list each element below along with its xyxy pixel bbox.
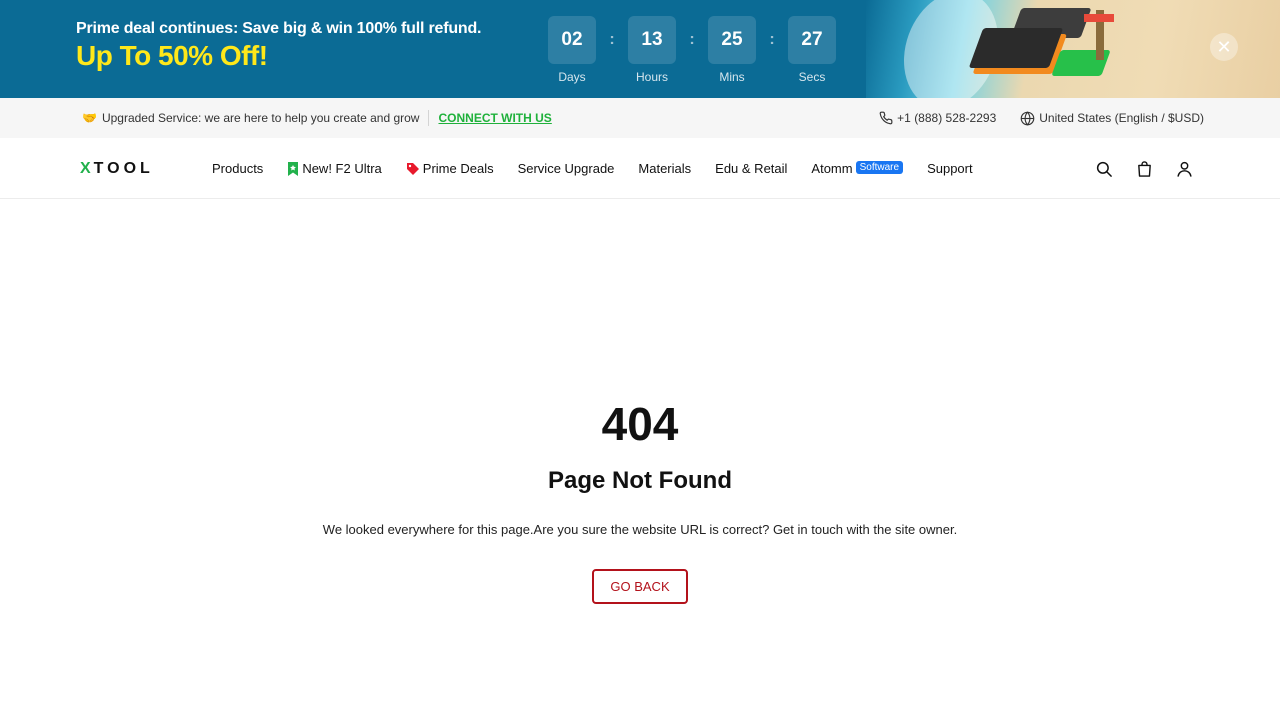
laser-machine-image bbox=[968, 28, 1064, 68]
promo-headline: Prime deal continues: Save big & win 100… bbox=[76, 20, 482, 37]
user-icon bbox=[1176, 161, 1192, 177]
logo-wordmark: TOOL bbox=[93, 160, 154, 177]
error-title: Page Not Found bbox=[548, 467, 732, 494]
countdown-days-label: Days bbox=[558, 70, 586, 84]
countdown-separator: : bbox=[609, 31, 615, 48]
countdown-separator: : bbox=[769, 31, 775, 48]
handshake-icon: 🤝 bbox=[82, 111, 97, 125]
countdown-hours-value: 13 bbox=[628, 16, 676, 64]
nav-atomm-label: Atomm bbox=[811, 161, 853, 176]
logo-x-mark: X bbox=[80, 160, 92, 177]
nav-atomm[interactable]: Atomm Software bbox=[811, 161, 904, 176]
globe-icon bbox=[1020, 110, 1035, 126]
nav-edu-retail[interactable]: Edu & Retail bbox=[715, 161, 787, 176]
region-selector[interactable]: United States (English / $USD) bbox=[1020, 110, 1204, 126]
close-banner-button[interactable]: ✕ bbox=[1210, 33, 1238, 61]
countdown-timer: 02 Days : 13 Hours : 25 Mins : 27 Secs bbox=[548, 16, 836, 84]
phone-icon bbox=[879, 111, 893, 125]
nav-prime-deals-label: Prime Deals bbox=[422, 161, 494, 176]
contact-region: +1 (888) 528-2293 United States (English… bbox=[855, 98, 1204, 138]
nav-materials-label: Materials bbox=[638, 161, 692, 176]
countdown-secs-label: Secs bbox=[798, 70, 826, 84]
nav-materials[interactable]: Materials bbox=[638, 161, 691, 176]
software-badge: Software bbox=[855, 161, 904, 174]
account-button[interactable] bbox=[1172, 157, 1196, 181]
countdown-hours-label: Hours bbox=[635, 70, 668, 84]
promo-text: Prime deal continues: Save big & win 100… bbox=[76, 20, 481, 72]
nav-service-upgrade-label: Service Upgrade bbox=[517, 161, 615, 176]
error-content: 404 Page Not Found We looked everywhere … bbox=[0, 199, 1280, 720]
search-button[interactable] bbox=[1092, 157, 1116, 181]
promo-discount: Up To 50% Off! bbox=[76, 40, 268, 71]
info-bar: 🤝 Upgraded Service: we are here to help … bbox=[0, 98, 1280, 138]
countdown-secs: 27 Secs bbox=[788, 16, 836, 84]
countdown-mins: 25 Mins bbox=[708, 16, 756, 84]
search-icon bbox=[1096, 161, 1112, 177]
nav-service-upgrade[interactable]: Service Upgrade bbox=[518, 161, 615, 176]
region-label: United States (English / $USD) bbox=[1039, 111, 1204, 125]
nav-prime-deals[interactable]: Prime Deals bbox=[406, 161, 494, 176]
promo-banner: Prime deal continues: Save big & win 100… bbox=[0, 0, 1280, 98]
nav-support-label: Support bbox=[927, 161, 973, 176]
countdown-days: 02 Days bbox=[548, 16, 596, 84]
nav-edu-retail-label: Edu & Retail bbox=[715, 161, 788, 176]
phone-link[interactable]: +1 (888) 528-2293 bbox=[879, 111, 996, 125]
connect-with-us-link[interactable]: CONNECT WITH US bbox=[438, 111, 551, 125]
bookmark-star-icon bbox=[287, 161, 299, 176]
main-nav: X TOOL Products New! F2 Ultra Prime Deal… bbox=[0, 138, 1280, 199]
nav-support[interactable]: Support bbox=[927, 161, 973, 176]
cart-button[interactable] bbox=[1132, 157, 1156, 181]
countdown-separator: : bbox=[689, 31, 695, 48]
service-text: Upgraded Service: we are here to help yo… bbox=[101, 111, 420, 125]
price-tag-icon bbox=[406, 162, 420, 176]
countdown-mins-value: 25 bbox=[708, 16, 756, 64]
countdown-days-value: 02 bbox=[548, 16, 596, 64]
nav-products-label: Products bbox=[212, 161, 264, 176]
signpost-board-image bbox=[1084, 14, 1114, 22]
go-back-button[interactable]: GO BACK bbox=[592, 569, 688, 604]
nav-icons bbox=[1076, 138, 1196, 199]
error-description: We looked everywhere for this page.Are y… bbox=[322, 522, 958, 537]
countdown-secs-value: 27 bbox=[788, 16, 836, 64]
countdown-hours: 13 Hours bbox=[628, 16, 676, 84]
nav-links: Products New! F2 Ultra Prime Deals Servi… bbox=[212, 138, 997, 199]
close-icon: ✕ bbox=[1216, 36, 1232, 57]
nav-f2-ultra-label: New! F2 Ultra bbox=[302, 161, 382, 176]
error-code: 404 bbox=[601, 398, 679, 450]
service-notice: 🤝 Upgraded Service: we are here to help … bbox=[82, 98, 552, 138]
nav-products[interactable]: Products bbox=[212, 161, 263, 176]
divider bbox=[428, 110, 430, 126]
nav-f2-ultra[interactable]: New! F2 Ultra bbox=[287, 161, 382, 176]
bag-icon bbox=[1137, 160, 1151, 177]
phone-number: +1 (888) 528-2293 bbox=[897, 111, 997, 125]
xtool-logo[interactable]: X TOOL bbox=[80, 160, 154, 178]
countdown-mins-label: Mins bbox=[719, 70, 745, 84]
